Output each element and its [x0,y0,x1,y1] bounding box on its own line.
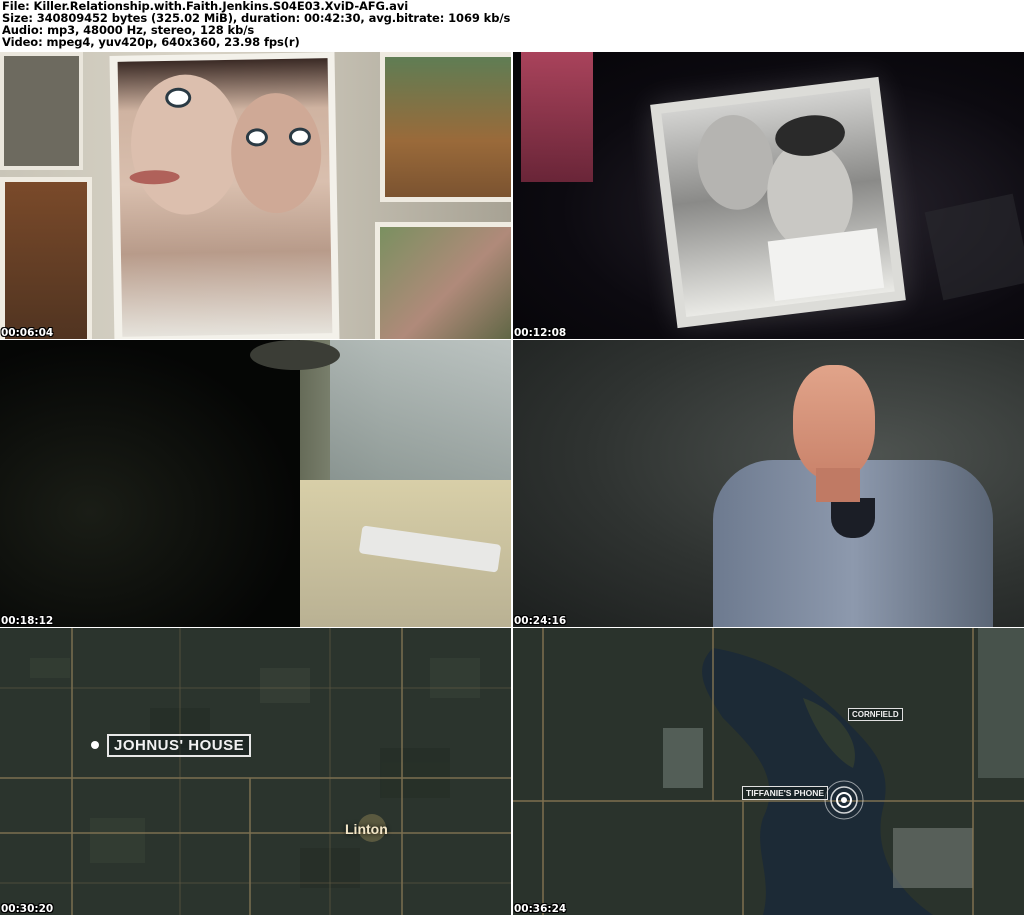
cap-brim [250,340,340,370]
thumbnail-frame-1: 00:06:04 [0,52,511,339]
wall-photo-top-left [0,52,83,170]
satellite-map [0,628,511,915]
blurred-background-person [330,340,511,480]
wall-photo-top-right [380,52,511,202]
timestamp: 00:18:12 [1,615,54,627]
thumbnail-frame-6: CORNFIELD TIFFANIE'S PHONE 00:36:24 [513,628,1024,915]
couple-photo [650,76,906,329]
wall-photo-left [0,177,92,339]
map-label-johnus-house: JOHNUS' HOUSE [107,734,252,757]
timestamp: 00:06:04 [1,327,54,339]
timestamp: 00:12:08 [514,327,567,339]
video-line: Video: mpeg4, yuv420p, 640x360, 23.98 fp… [2,35,300,49]
undershirt [831,498,875,538]
thumbnail-frame-4: 00:24:16 [513,340,1024,627]
timestamp: 00:36:24 [514,903,567,915]
wall-photo-bottom-right [375,222,511,339]
selfie-photo [109,52,340,339]
thumbnail-frame-3: 00:18:12 [0,340,511,627]
satellite-map [513,628,1024,915]
map-label-tiffanies-phone: TIFFANIE'S PHONE [742,786,829,800]
file-info-header: File: Killer.Relationship.with.Faith.Jen… [0,0,1024,50]
blurred-dark-photo [924,193,1024,301]
map-label-cornfield: CORNFIELD [848,708,903,721]
thumbnail-frame-5: JOHNUS' HOUSE Linton 00:30:20 [0,628,511,915]
timestamp: 00:24:16 [514,615,567,627]
timestamp: 00:30:20 [1,903,54,915]
map-label-linton: Linton [345,821,388,837]
dark-figure-silhouette [0,340,300,627]
man-neck [816,468,860,502]
blurred-pink-photo [521,52,593,182]
man-face [793,365,875,480]
thumbnail-frame-2: 00:12:08 [513,52,1024,339]
